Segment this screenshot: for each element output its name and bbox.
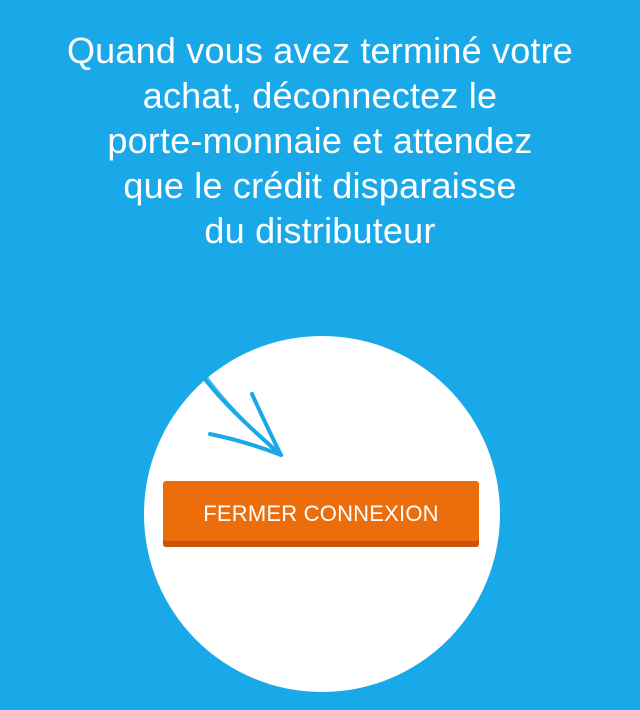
instruction-line: porte-monnaie et attendez [107,120,533,161]
instruction-line: achat, déconnectez le [142,75,498,116]
instruction-line: Quand vous avez terminé votre [66,30,574,71]
instruction-text: Quand vous avez terminé votre achat, déc… [40,28,600,253]
instruction-line: que le crédit disparaisse [123,165,517,206]
fermer-connexion-button[interactable]: FERMER CONNEXION [163,481,479,547]
curved-arrow-icon [176,276,283,457]
disconnect-instruction-screen: Quand vous avez terminé votre achat, déc… [0,0,640,710]
instruction-line: du distributeur [204,210,436,251]
